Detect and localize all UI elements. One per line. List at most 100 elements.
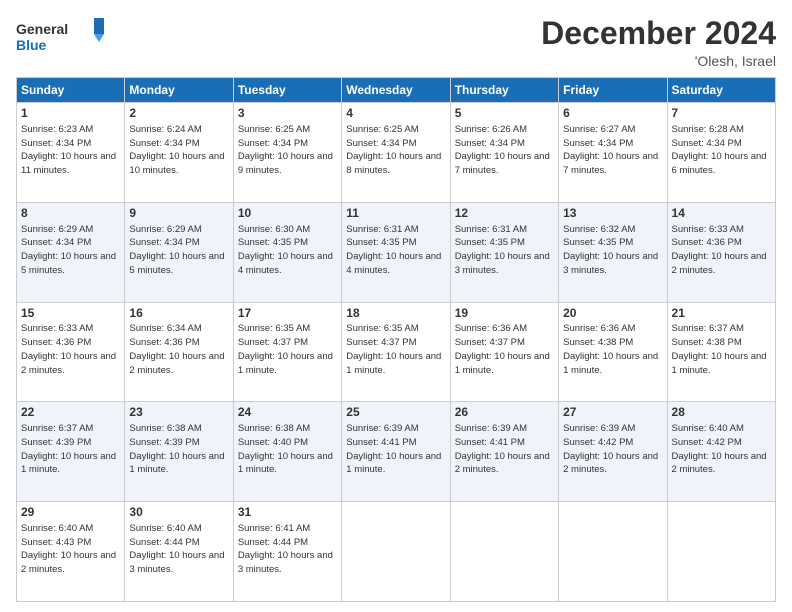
day-info: Sunrise: 6:38 AMSunset: 4:39 PMDaylight:… xyxy=(129,423,224,475)
day-number: 30 xyxy=(129,505,228,521)
day-info: Sunrise: 6:37 AMSunset: 4:39 PMDaylight:… xyxy=(21,423,116,475)
day-number: 11 xyxy=(346,206,445,222)
day-number: 31 xyxy=(238,505,337,521)
day-number: 10 xyxy=(238,206,337,222)
day-number: 5 xyxy=(455,106,554,122)
day-number: 18 xyxy=(346,306,445,322)
table-row: 4 Sunrise: 6:25 AMSunset: 4:34 PMDayligh… xyxy=(342,103,450,203)
table-row: 30 Sunrise: 6:40 AMSunset: 4:44 PMDaylig… xyxy=(125,502,233,602)
col-wednesday: Wednesday xyxy=(342,78,450,103)
title-block: December 2024 'Olesh, Israel xyxy=(541,16,776,69)
table-row: 25 Sunrise: 6:39 AMSunset: 4:41 PMDaylig… xyxy=(342,402,450,502)
day-info: Sunrise: 6:33 AMSunset: 4:36 PMDaylight:… xyxy=(672,224,767,276)
calendar-header-row: Sunday Monday Tuesday Wednesday Thursday… xyxy=(17,78,776,103)
table-row: 19 Sunrise: 6:36 AMSunset: 4:37 PMDaylig… xyxy=(450,302,558,402)
table-row: 12 Sunrise: 6:31 AMSunset: 4:35 PMDaylig… xyxy=(450,202,558,302)
day-number: 20 xyxy=(563,306,662,322)
table-row: 18 Sunrise: 6:35 AMSunset: 4:37 PMDaylig… xyxy=(342,302,450,402)
calendar-week-4: 22 Sunrise: 6:37 AMSunset: 4:39 PMDaylig… xyxy=(17,402,776,502)
table-row: 29 Sunrise: 6:40 AMSunset: 4:43 PMDaylig… xyxy=(17,502,125,602)
table-row: 2 Sunrise: 6:24 AMSunset: 4:34 PMDayligh… xyxy=(125,103,233,203)
day-info: Sunrise: 6:29 AMSunset: 4:34 PMDaylight:… xyxy=(21,224,116,276)
day-info: Sunrise: 6:35 AMSunset: 4:37 PMDaylight:… xyxy=(238,323,333,375)
day-info: Sunrise: 6:35 AMSunset: 4:37 PMDaylight:… xyxy=(346,323,441,375)
day-info: Sunrise: 6:25 AMSunset: 4:34 PMDaylight:… xyxy=(346,124,441,176)
table-row: 3 Sunrise: 6:25 AMSunset: 4:34 PMDayligh… xyxy=(233,103,341,203)
table-row: 20 Sunrise: 6:36 AMSunset: 4:38 PMDaylig… xyxy=(559,302,667,402)
table-row: 24 Sunrise: 6:38 AMSunset: 4:40 PMDaylig… xyxy=(233,402,341,502)
table-row: 10 Sunrise: 6:30 AMSunset: 4:35 PMDaylig… xyxy=(233,202,341,302)
day-info: Sunrise: 6:40 AMSunset: 4:44 PMDaylight:… xyxy=(129,523,224,575)
day-info: Sunrise: 6:40 AMSunset: 4:43 PMDaylight:… xyxy=(21,523,116,575)
logo: General Blue xyxy=(16,16,106,56)
day-number: 21 xyxy=(672,306,771,322)
day-number: 8 xyxy=(21,206,120,222)
day-number: 12 xyxy=(455,206,554,222)
day-number: 13 xyxy=(563,206,662,222)
day-info: Sunrise: 6:31 AMSunset: 4:35 PMDaylight:… xyxy=(346,224,441,276)
day-number: 29 xyxy=(21,505,120,521)
day-number: 2 xyxy=(129,106,228,122)
day-number: 7 xyxy=(672,106,771,122)
location: 'Olesh, Israel xyxy=(541,53,776,69)
table-row: 23 Sunrise: 6:38 AMSunset: 4:39 PMDaylig… xyxy=(125,402,233,502)
table-row xyxy=(342,502,450,602)
day-info: Sunrise: 6:41 AMSunset: 4:44 PMDaylight:… xyxy=(238,523,333,575)
table-row: 31 Sunrise: 6:41 AMSunset: 4:44 PMDaylig… xyxy=(233,502,341,602)
day-number: 14 xyxy=(672,206,771,222)
col-monday: Monday xyxy=(125,78,233,103)
day-number: 22 xyxy=(21,405,120,421)
day-info: Sunrise: 6:32 AMSunset: 4:35 PMDaylight:… xyxy=(563,224,658,276)
table-row: 1 Sunrise: 6:23 AMSunset: 4:34 PMDayligh… xyxy=(17,103,125,203)
day-number: 23 xyxy=(129,405,228,421)
day-info: Sunrise: 6:36 AMSunset: 4:37 PMDaylight:… xyxy=(455,323,550,375)
table-row: 13 Sunrise: 6:32 AMSunset: 4:35 PMDaylig… xyxy=(559,202,667,302)
table-row: 21 Sunrise: 6:37 AMSunset: 4:38 PMDaylig… xyxy=(667,302,775,402)
calendar-week-3: 15 Sunrise: 6:33 AMSunset: 4:36 PMDaylig… xyxy=(17,302,776,402)
table-row: 28 Sunrise: 6:40 AMSunset: 4:42 PMDaylig… xyxy=(667,402,775,502)
day-info: Sunrise: 6:30 AMSunset: 4:35 PMDaylight:… xyxy=(238,224,333,276)
day-number: 16 xyxy=(129,306,228,322)
day-number: 19 xyxy=(455,306,554,322)
day-info: Sunrise: 6:38 AMSunset: 4:40 PMDaylight:… xyxy=(238,423,333,475)
day-info: Sunrise: 6:33 AMSunset: 4:36 PMDaylight:… xyxy=(21,323,116,375)
day-info: Sunrise: 6:26 AMSunset: 4:34 PMDaylight:… xyxy=(455,124,550,176)
col-friday: Friday xyxy=(559,78,667,103)
day-info: Sunrise: 6:27 AMSunset: 4:34 PMDaylight:… xyxy=(563,124,658,176)
day-info: Sunrise: 6:29 AMSunset: 4:34 PMDaylight:… xyxy=(129,224,224,276)
day-number: 28 xyxy=(672,405,771,421)
calendar-week-5: 29 Sunrise: 6:40 AMSunset: 4:43 PMDaylig… xyxy=(17,502,776,602)
day-info: Sunrise: 6:36 AMSunset: 4:38 PMDaylight:… xyxy=(563,323,658,375)
table-row: 5 Sunrise: 6:26 AMSunset: 4:34 PMDayligh… xyxy=(450,103,558,203)
day-number: 6 xyxy=(563,106,662,122)
day-info: Sunrise: 6:39 AMSunset: 4:41 PMDaylight:… xyxy=(455,423,550,475)
col-thursday: Thursday xyxy=(450,78,558,103)
table-row: 6 Sunrise: 6:27 AMSunset: 4:34 PMDayligh… xyxy=(559,103,667,203)
col-saturday: Saturday xyxy=(667,78,775,103)
day-info: Sunrise: 6:28 AMSunset: 4:34 PMDaylight:… xyxy=(672,124,767,176)
svg-text:Blue: Blue xyxy=(16,37,47,53)
logo-svg: General Blue xyxy=(16,16,106,56)
day-info: Sunrise: 6:23 AMSunset: 4:34 PMDaylight:… xyxy=(21,124,116,176)
day-info: Sunrise: 6:31 AMSunset: 4:35 PMDaylight:… xyxy=(455,224,550,276)
table-row: 11 Sunrise: 6:31 AMSunset: 4:35 PMDaylig… xyxy=(342,202,450,302)
day-number: 15 xyxy=(21,306,120,322)
calendar-table: Sunday Monday Tuesday Wednesday Thursday… xyxy=(16,77,776,602)
day-number: 3 xyxy=(238,106,337,122)
day-number: 25 xyxy=(346,405,445,421)
day-info: Sunrise: 6:24 AMSunset: 4:34 PMDaylight:… xyxy=(129,124,224,176)
day-info: Sunrise: 6:39 AMSunset: 4:41 PMDaylight:… xyxy=(346,423,441,475)
day-info: Sunrise: 6:39 AMSunset: 4:42 PMDaylight:… xyxy=(563,423,658,475)
day-number: 27 xyxy=(563,405,662,421)
table-row: 26 Sunrise: 6:39 AMSunset: 4:41 PMDaylig… xyxy=(450,402,558,502)
day-info: Sunrise: 6:34 AMSunset: 4:36 PMDaylight:… xyxy=(129,323,224,375)
table-row: 27 Sunrise: 6:39 AMSunset: 4:42 PMDaylig… xyxy=(559,402,667,502)
day-number: 26 xyxy=(455,405,554,421)
month-title: December 2024 xyxy=(541,16,776,51)
day-number: 1 xyxy=(21,106,120,122)
day-number: 4 xyxy=(346,106,445,122)
table-row: 16 Sunrise: 6:34 AMSunset: 4:36 PMDaylig… xyxy=(125,302,233,402)
day-number: 24 xyxy=(238,405,337,421)
table-row: 17 Sunrise: 6:35 AMSunset: 4:37 PMDaylig… xyxy=(233,302,341,402)
table-row xyxy=(667,502,775,602)
